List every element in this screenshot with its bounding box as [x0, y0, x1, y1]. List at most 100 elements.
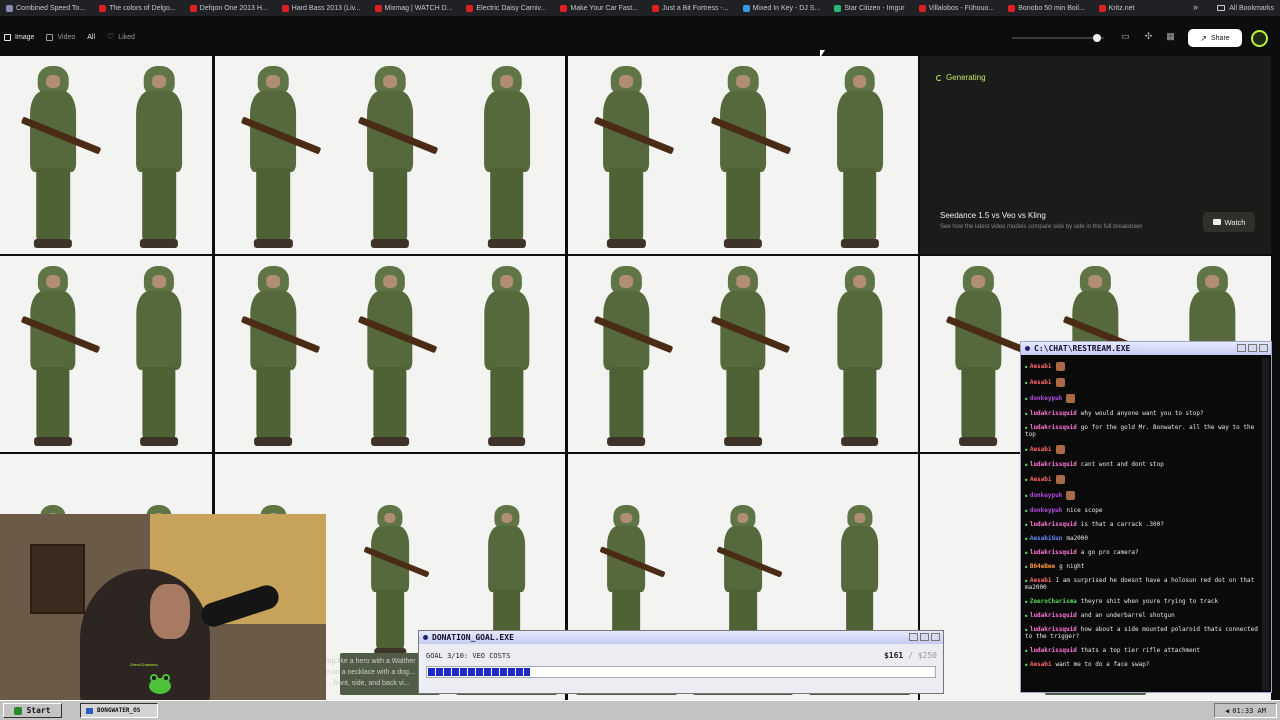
- donation-progress-bar: [426, 666, 936, 678]
- donation-goal-label: GOAL 3/10: VEO COSTS: [426, 652, 511, 660]
- chat-text: want me to do a face swap?: [1055, 661, 1150, 668]
- youtube-icon: [1098, 4, 1106, 12]
- filter-image[interactable]: Image: [0, 33, 42, 41]
- chat-text: I am surprised he doesnt have a holosun …: [1025, 577, 1255, 591]
- bookmark-item[interactable]: Make Your Car Fast...: [554, 4, 646, 12]
- taskbar: Start BONGWATER_OS ◀ 01:33 AM: [0, 700, 1280, 720]
- play-icon: [1212, 219, 1221, 225]
- bookmark-item[interactable]: Defqon One 2013 H...: [184, 4, 276, 12]
- folder-icon: [1217, 5, 1226, 11]
- filter-all-label: All: [87, 33, 96, 41]
- gallery-image[interactable]: [0, 56, 212, 254]
- chat-username: Aesabi: [1029, 446, 1052, 453]
- bookmark-item[interactable]: Villalobos - Fühouo...: [913, 4, 1003, 12]
- globe-icon: [6, 4, 13, 12]
- settings-icon[interactable]: ✣: [1144, 32, 1153, 41]
- youtube-icon: [560, 4, 568, 12]
- chat-message: ● Aesabi: [1025, 360, 1261, 376]
- bookmark-item[interactable]: The colors of Delgo...: [93, 4, 184, 12]
- window-icon: [86, 707, 93, 714]
- gallery-image[interactable]: [568, 256, 918, 452]
- bookmark-item[interactable]: Mixmag | WATCH D...: [369, 4, 461, 12]
- chat-username: donkeypuk: [1029, 492, 1063, 499]
- gallery-image[interactable]: [0, 256, 212, 452]
- bookmark-item[interactable]: Electric Daisy Carniv...: [460, 4, 554, 12]
- bookmark-label: Bonobo 50 min Boil...: [1018, 4, 1085, 12]
- youtube-icon: [652, 4, 660, 12]
- chat-username: ludakrissquid: [1029, 612, 1077, 619]
- filter-all[interactable]: All: [83, 34, 103, 41]
- donation-separator: /: [908, 651, 913, 660]
- spinner-icon: [936, 74, 942, 81]
- chat-window: C:\CHAT\RESTREAM.EXE ● Aesabi ● Aesabi ● d…: [1020, 341, 1272, 693]
- chat-username: ZeeroCharisma: [1029, 598, 1077, 605]
- youtube-icon: [466, 4, 474, 12]
- donation-title-bar[interactable]: DONATION_GOAL.EXE: [419, 631, 943, 644]
- soldier-figure: [469, 266, 545, 446]
- donation-title: DONATION_GOAL.EXE: [432, 633, 514, 642]
- emote-icon: [1066, 394, 1076, 403]
- bookmark-item[interactable]: Just a Bit Fortress -...: [646, 4, 737, 12]
- chat-messages: ● Aesabi ● Aesabi ● donkeypuk ● ludakrissqu…: [1025, 360, 1261, 690]
- close-button[interactable]: [931, 633, 940, 641]
- chat-scrollbar[interactable]: [1262, 358, 1269, 690]
- grid-view-icon[interactable]: ▦: [1166, 32, 1175, 41]
- chat-text: ma2000: [1066, 535, 1089, 542]
- start-button[interactable]: Start: [3, 703, 62, 718]
- chat-username: ludakrissquid: [1029, 521, 1077, 528]
- soldier-figure: [235, 66, 322, 248]
- soldier-figure: [705, 66, 791, 248]
- chat-message: ● ludakrissquid thats a top tier rifle at…: [1025, 645, 1261, 659]
- share-button[interactable]: ↗ Share: [1188, 29, 1242, 47]
- watch-label: Watch: [1224, 217, 1246, 227]
- generating-label: Generating: [946, 73, 986, 82]
- bookmarks-bar: Combined Speed To... The colors of Delgo.…: [0, 0, 1280, 16]
- minimize-button[interactable]: [909, 633, 918, 641]
- bookmark-item[interactable]: Bonobo 50 min Boil...: [1002, 4, 1093, 12]
- close-button[interactable]: [1259, 344, 1268, 352]
- maximize-button[interactable]: [920, 633, 929, 641]
- soldier-figure: [15, 66, 101, 248]
- bookmark-label: Hard Bass 2013 (Liv...: [291, 4, 361, 12]
- soldier-figure: [822, 266, 898, 446]
- minimize-button[interactable]: [1237, 344, 1246, 352]
- chat-message: ● ludakrissquid is that a carrack .300?: [1025, 519, 1261, 533]
- chat-text: is that a carrack .300?: [1080, 521, 1164, 528]
- user-avatar[interactable]: [1251, 30, 1268, 47]
- speaker-icon[interactable]: ◀: [1225, 707, 1229, 715]
- zoom-slider-handle[interactable]: [1093, 34, 1101, 42]
- taskbar-item-bongwater[interactable]: BONGWATER_OS: [80, 703, 158, 718]
- bookmark-item[interactable]: Star Citizen - Imgur: [828, 4, 912, 12]
- watch-button[interactable]: Watch: [1203, 212, 1255, 232]
- all-bookmarks-button[interactable]: All Bookmarks: [1217, 0, 1274, 16]
- screen: Combined Speed To... The colors of Delgo.…: [0, 0, 1280, 720]
- caption-line: ... front, side, and back vi...: [326, 680, 410, 687]
- window-controls: [1237, 344, 1268, 352]
- imgur-icon: [834, 4, 842, 12]
- chat-username: ludakrissquid: [1029, 424, 1077, 431]
- bookmark-label: Make Your Car Fast...: [570, 4, 639, 12]
- chat-username: Aesabi: [1029, 577, 1052, 584]
- youtube-icon: [189, 4, 197, 12]
- gallery-image[interactable]: [568, 56, 918, 254]
- chat-message: ● ludakrissquid cant wont and dont stop: [1025, 459, 1261, 473]
- chat-title-bar[interactable]: C:\CHAT\RESTREAM.EXE: [1021, 342, 1271, 355]
- bookmark-label: Mixed In Key - DJ S...: [752, 4, 821, 12]
- filter-liked[interactable]: ♡ Liked: [103, 33, 143, 41]
- chat-message: ● ludakrissquid a go pro camera?: [1025, 547, 1261, 561]
- bookmark-item[interactable]: Mixed In Key - DJ S...: [737, 4, 829, 12]
- start-logo-icon: [14, 706, 23, 715]
- gallery-image[interactable]: [215, 256, 565, 452]
- zoom-slider[interactable]: [1012, 37, 1104, 39]
- donation-goal: $250: [917, 651, 937, 660]
- maximize-button[interactable]: [1248, 344, 1257, 352]
- filter-video[interactable]: Video: [42, 33, 83, 41]
- list-view-icon[interactable]: ▭: [1121, 32, 1130, 41]
- gallery-image[interactable]: [215, 56, 565, 254]
- bookmark-item[interactable]: Kritz.net: [1093, 4, 1143, 12]
- video-icon: [46, 33, 54, 41]
- bookmark-item[interactable]: Combined Speed To...: [0, 4, 93, 12]
- youtube-icon: [918, 4, 926, 12]
- bookmark-item[interactable]: Hard Bass 2013 (Liv...: [276, 4, 369, 12]
- bookmarks-overflow-button[interactable]: »: [1193, 2, 1198, 12]
